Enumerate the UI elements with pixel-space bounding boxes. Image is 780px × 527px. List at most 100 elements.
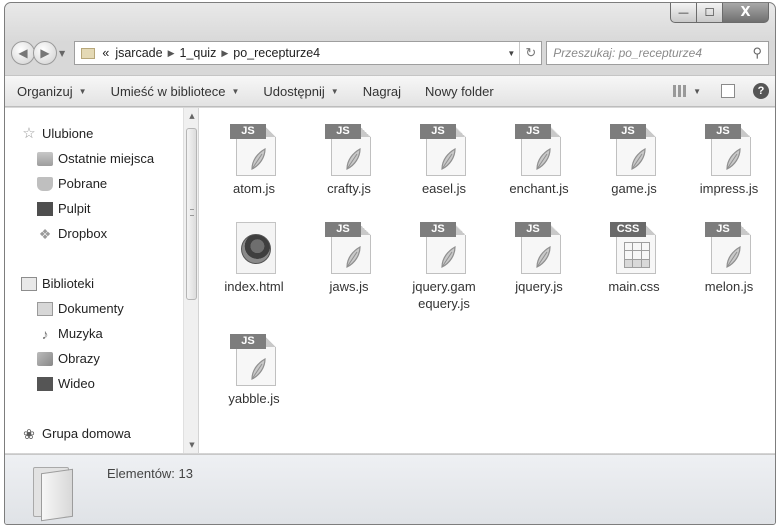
sidebar-item-dropbox[interactable]: ❖ Dropbox — [37, 226, 107, 241]
share-menu[interactable]: Udostępnij ▼ — [251, 84, 350, 99]
sidebar-item-favorites[interactable]: ☆ Ulubione — [21, 124, 94, 142]
file-item[interactable]: JS jquery.js — [494, 206, 584, 295]
nav-buttons: ◀ ▶ ▼ — [11, 41, 68, 65]
js-file-icon: JS — [325, 218, 373, 274]
js-file-icon: JS — [230, 330, 278, 386]
command-bar: Organizuj ▼ Umieść w bibliotece ▼ Udostę… — [5, 75, 775, 107]
homegroup-icon: ❀ — [23, 425, 35, 442]
file-name: enchant.js — [509, 181, 569, 196]
maximize-button[interactable]: ☐ — [697, 3, 723, 23]
sidebar-item-label: Biblioteki — [42, 276, 95, 291]
sidebar-item-desktop[interactable]: Pulpit — [37, 201, 91, 216]
file-item[interactable]: index.html — [209, 206, 299, 295]
file-name: index.html — [224, 279, 284, 294]
forward-arrow-icon: ▶ — [40, 46, 50, 60]
file-name: jaws.js — [329, 279, 369, 294]
js-file-icon: JS — [610, 120, 658, 176]
search-icon[interactable]: ⚲ — [752, 45, 762, 61]
chevron-down-icon[interactable]: ▼ — [693, 87, 701, 96]
sidebar-item-recent-places[interactable]: Ostatnie miejsca — [37, 151, 154, 166]
sidebar-item-music[interactable]: ♪ Muzyka — [37, 326, 103, 341]
sidebar-item-label: Ostatnie miejsca — [58, 151, 155, 166]
scroll-up-icon[interactable]: ▲ — [184, 112, 200, 120]
js-file-icon: JS — [515, 120, 563, 176]
sidebar-item-label: Dropbox — [58, 226, 108, 241]
file-item[interactable]: JS impress.js — [684, 108, 774, 197]
js-file-icon: JS — [325, 120, 373, 176]
navigation-row: ◀ ▶ ▼ « jsarcade ▶ 1_quiz ▶ po_recepturz… — [11, 39, 769, 67]
sidebar-item-label: Pobrane — [58, 176, 108, 191]
content-area: ☆ Ulubione Ostatnie miejsca Pobrane Pulp… — [5, 108, 775, 453]
forward-button[interactable]: ▶ — [33, 41, 57, 65]
js-file-icon: JS — [515, 218, 563, 274]
stylesheet-grid-icon — [624, 242, 650, 268]
scroll-down-icon[interactable]: ▼ — [184, 441, 200, 449]
breadcrumb-segment[interactable]: po_recepturze4 — [233, 46, 320, 60]
address-bar[interactable]: « jsarcade ▶ 1_quiz ▶ po_recepturze4 ▼ ↻ — [74, 41, 543, 65]
file-grid: JS atom.js JS crafty.js JS easel.js JS e… — [199, 108, 775, 453]
file-item[interactable]: JS easel.js — [399, 108, 489, 197]
sidebar-item-libraries[interactable]: Biblioteki — [21, 276, 94, 291]
scrollbar-thumb[interactable] — [186, 128, 197, 300]
sidebar-item-documents[interactable]: Dokumenty — [37, 301, 124, 316]
view-options-icon[interactable] — [673, 85, 690, 97]
burn-button[interactable]: Nagraj — [351, 84, 413, 99]
search-input[interactable]: Przeszukaj: po_recepturze4 ⚲ — [546, 41, 769, 65]
file-item[interactable]: JS enchant.js — [494, 108, 584, 197]
refresh-icon[interactable]: ↻ — [519, 42, 541, 64]
music-icon: ♪ — [41, 325, 49, 342]
file-item[interactable]: JS melon.js — [684, 206, 774, 295]
navigation-pane-scrollbar[interactable]: ▲ ▼ — [183, 108, 199, 453]
js-file-icon: JS — [420, 120, 468, 176]
file-item[interactable]: JS atom.js — [209, 108, 299, 197]
star-icon: ☆ — [22, 124, 36, 142]
breadcrumb-separator-icon[interactable]: ▶ — [168, 48, 175, 59]
file-name: yabble.js — [228, 391, 280, 406]
command-label: Nagraj — [362, 83, 402, 99]
breadcrumb-segment[interactable]: jsarcade — [115, 46, 162, 60]
sidebar-item-pictures[interactable]: Obrazy — [37, 351, 100, 366]
close-button[interactable]: X — [723, 3, 769, 23]
sidebar-item-homegroup[interactable]: ❀ Grupa domowa — [21, 426, 131, 441]
file-item[interactable]: JS game.js — [589, 108, 679, 197]
address-overflow[interactable]: « — [102, 46, 109, 60]
file-item[interactable]: JS jquery.gam equery.js — [399, 206, 489, 312]
js-file-icon: JS — [420, 218, 468, 274]
file-item[interactable]: JS crafty.js — [304, 108, 394, 197]
command-label: Udostępnij — [263, 83, 325, 99]
sidebar-item-label: Muzyka — [58, 326, 103, 341]
documents-icon — [37, 301, 53, 316]
sidebar-item-label: Wideo — [58, 376, 95, 391]
sidebar-item-downloads[interactable]: Pobrane — [37, 176, 107, 191]
navigation-pane: ☆ Ulubione Ostatnie miejsca Pobrane Pulp… — [5, 108, 183, 453]
file-item[interactable]: JS yabble.js — [209, 318, 299, 407]
libraries-icon — [21, 276, 37, 291]
address-dropdown-icon[interactable]: ▼ — [503, 49, 519, 58]
recent-pages-dropdown[interactable]: ▼ — [59, 49, 65, 58]
html-file-icon — [230, 218, 278, 274]
file-name: game.js — [611, 181, 657, 196]
file-name: impress.js — [699, 181, 759, 196]
folder-icon — [33, 461, 75, 522]
downloads-icon — [37, 176, 53, 191]
js-file-icon: JS — [705, 120, 753, 176]
file-item[interactable]: CSS main.css — [589, 206, 679, 295]
file-name: main.css — [608, 279, 660, 294]
sidebar-item-label: Ulubione — [42, 126, 94, 141]
file-item[interactable]: JS jaws.js — [304, 206, 394, 295]
back-button[interactable]: ◀ — [11, 41, 35, 65]
address-tail: ▼ ↻ — [503, 42, 541, 64]
sidebar-item-video[interactable]: Wideo — [37, 376, 95, 391]
new-folder-button[interactable]: Nowy folder — [413, 84, 506, 99]
pictures-icon — [37, 351, 53, 366]
breadcrumb-separator-icon[interactable]: ▶ — [221, 48, 228, 59]
minimize-button[interactable]: — — [670, 3, 697, 23]
file-name: atom.js — [233, 181, 275, 196]
chevron-down-icon: ▼ — [78, 86, 87, 96]
breadcrumb-segment[interactable]: 1_quiz — [180, 46, 217, 60]
preview-pane-icon[interactable] — [721, 84, 735, 98]
help-icon[interactable]: ? — [753, 83, 769, 99]
include-in-library-menu[interactable]: Umieść w bibliotece ▼ — [99, 84, 252, 99]
sidebar-item-label: Pulpit — [58, 201, 91, 216]
organize-menu[interactable]: Organizuj ▼ — [5, 84, 99, 99]
